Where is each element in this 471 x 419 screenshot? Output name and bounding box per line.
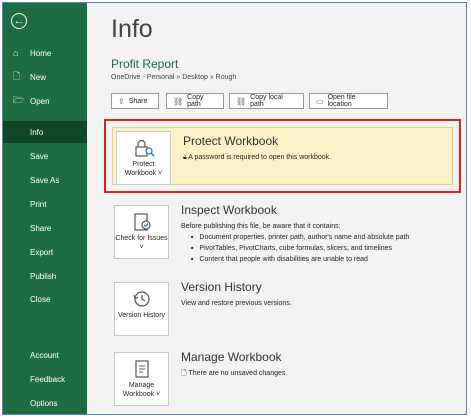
inspect-workbook-title: Inspect Workbook [181, 203, 277, 217]
link-icon: ⛓ [236, 96, 247, 106]
chevron-down-icon: ˅ [139, 244, 144, 251]
sidebar-item-open[interactable]: 🗁 Open [3, 90, 87, 112]
open-file-location-label: Open file location [327, 94, 356, 108]
sidebar-item-save-as[interactable]: Save As [3, 169, 87, 191]
backstage-window: ← ⌂ Home 🗋 New 🗁 Open Info Save Save As … [2, 2, 467, 415]
sidebar-item-export[interactable]: Export [3, 241, 87, 263]
lock-user-icon: 🔒︎ [183, 154, 187, 161]
manage-workbook-section: Manage Workbook ˅ Manage Workbook 🗋 Ther… [111, 346, 456, 411]
version-history-desc: View and restore previous versions. [181, 300, 292, 307]
sidebar-item-new[interactable]: 🗋 New [3, 66, 87, 88]
sidebar-item-label: Options [30, 398, 58, 408]
inspect-workbook-section: Check for Issues ˅ Inspect Workbook Befo… [111, 199, 456, 274]
history-clock-icon [132, 291, 150, 307]
protect-workbook-section: Protect Workbook ˅ Protect Workbook 🔒︎ A… [112, 127, 453, 185]
inspect-bullet: Content that people with disabilities ar… [191, 254, 409, 265]
manage-workbook-button[interactable]: Manage Workbook ˅ [114, 352, 169, 406]
inspect-bullet-list: Document properties, printer path, autho… [181, 232, 409, 265]
manage-workbook-desc-text: There are no unsaved changes. [188, 370, 288, 377]
document-check-icon [133, 213, 151, 231]
copy-path-button[interactable]: ⛓ Copy path [166, 93, 224, 109]
sidebar-item-feedback[interactable]: Feedback [3, 368, 87, 390]
sidebar-item-label: Open [30, 96, 50, 106]
sidebar-item-label: Publish [30, 271, 57, 281]
manage-workbook-title: Manage Workbook [181, 350, 282, 364]
sidebar-item-options[interactable]: Options [3, 392, 87, 414]
inspect-workbook-desc: Before publishing this file, be aware th… [181, 221, 409, 265]
sidebar-item-label: Account [30, 350, 59, 360]
manage-workbook-desc: 🗋 There are no unsaved changes. [181, 368, 287, 379]
sidebar-item-label: Share [30, 223, 52, 233]
protect-workbook-button[interactable]: Protect Workbook ˅ [116, 131, 171, 185]
sidebar-item-home[interactable]: ⌂ Home [3, 42, 87, 64]
sidebar-item-label: Info [30, 127, 44, 137]
sidebar-item-label: Print [30, 199, 47, 209]
inspect-workbook-desc-text: Before publishing this file, be aware th… [181, 223, 341, 230]
protect-workbook-desc-text: A password is required to open this work… [188, 154, 332, 161]
sidebar-item-label: Save As [30, 175, 60, 185]
version-history-title: Version History [181, 280, 262, 294]
copy-path-label: Copy path [187, 94, 204, 108]
version-history-button[interactable]: Version History [114, 282, 169, 336]
sidebar-item-publish[interactable]: Publish [3, 265, 87, 287]
sidebar-item-account[interactable]: Account [3, 344, 87, 366]
home-icon: ⌂ [13, 48, 19, 58]
copy-local-path-label: Copy local path [250, 94, 283, 108]
page-title: Info [111, 15, 153, 43]
protect-workbook-title: Protect Workbook [183, 134, 279, 148]
inspect-bullet: Document properties, printer path, autho… [191, 232, 409, 243]
share-button[interactable]: ⇪ Share [111, 93, 159, 109]
sidebar-item-print[interactable]: Print [3, 193, 87, 215]
new-file-icon: 🗋 [13, 71, 21, 81]
sidebar-item-close[interactable]: Close [3, 288, 87, 310]
info-pane: Info Profit Report OneDrive - Personal »… [87, 3, 466, 414]
check-for-issues-button[interactable]: Check for Issues ˅ [114, 205, 169, 259]
version-history-label: Version History [117, 312, 166, 319]
folder-open-icon: 🗁 [13, 95, 25, 105]
manage-workbook-label: Manage Workbook [122, 382, 155, 398]
share-label: Share [128, 97, 148, 105]
check-for-issues-label: Check for Issues [115, 235, 168, 242]
inspect-bullet: PivotTables, PivotCharts, cube formulas,… [191, 243, 409, 254]
share-icon: ⇪ [118, 96, 125, 106]
manage-document-icon [134, 360, 149, 378]
sidebar-item-label: Feedback [30, 374, 66, 384]
sidebar-item-save[interactable]: Save [3, 145, 87, 167]
sidebar-item-label: Close [30, 294, 51, 304]
version-history-section: Version History Version History View and… [111, 276, 456, 341]
link-icon: ⛓ [173, 96, 184, 106]
file-path: OneDrive - Personal » Desktop » Rough [111, 74, 237, 81]
chevron-down-icon: ˅ [154, 391, 161, 398]
folder-icon: ▭ [316, 96, 324, 106]
sidebar-item-info[interactable]: Info [3, 121, 87, 143]
protect-workbook-desc: 🔒︎ A password is required to open this w… [183, 152, 331, 163]
sidebar-item-share[interactable]: Share [3, 217, 87, 239]
sidebar-item-label: Export [30, 247, 54, 257]
lock-search-icon [134, 139, 154, 157]
copy-local-path-button[interactable]: ⛓ Copy local path [229, 93, 304, 109]
sidebar-item-label: New [30, 72, 47, 82]
sidebar-item-label: Home [30, 48, 52, 58]
open-file-location-button[interactable]: ▭ Open file location [309, 93, 388, 109]
protect-workbook-button-label: Protect Workbook [124, 161, 157, 177]
document-icon: 🗋 [181, 370, 187, 377]
back-arrow-icon[interactable]: ← [11, 13, 27, 29]
backstage-sidebar: ← ⌂ Home 🗋 New 🗁 Open Info Save Save As … [3, 3, 87, 414]
protect-workbook-highlight: Protect Workbook ˅ Protect Workbook 🔒︎ A… [104, 119, 461, 193]
chevron-down-icon: ˅ [156, 170, 163, 177]
file-name: Profit Report [111, 57, 179, 71]
sidebar-item-label: Save [30, 151, 49, 161]
